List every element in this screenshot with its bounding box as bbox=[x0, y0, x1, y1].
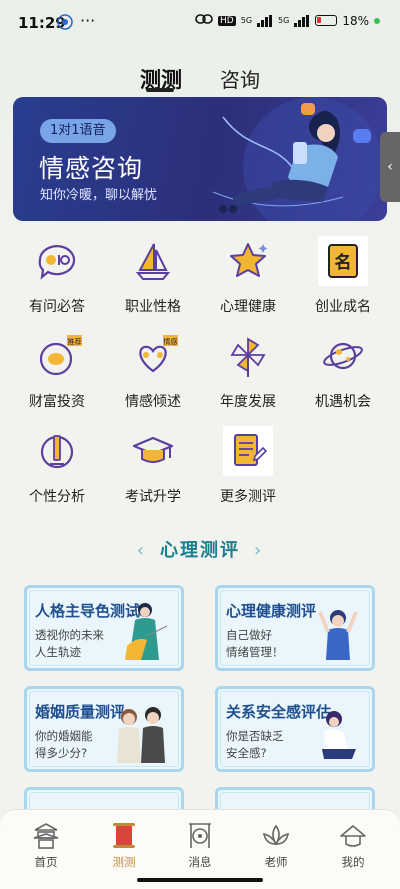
card-desc: 自己做好 情绪管理！ bbox=[226, 628, 284, 659]
nav-teacher[interactable]: 老师 bbox=[236, 820, 316, 870]
pencil-circle-icon bbox=[40, 435, 74, 469]
category-label: 财富投资 bbox=[29, 394, 85, 410]
scroll-icon bbox=[113, 823, 135, 848]
tab-consult[interactable]: 咨询 bbox=[220, 64, 260, 93]
card-personality-color[interactable]: 人格主导色测试 透视你的未来 人生轨迹 bbox=[24, 585, 184, 671]
sailboat-icon bbox=[135, 243, 171, 280]
more-dots-icon: ··· bbox=[80, 11, 96, 30]
card-illustration bbox=[117, 707, 165, 763]
category-label: 创业成名 bbox=[315, 299, 371, 315]
battery-icon bbox=[315, 15, 338, 26]
card-mental-health[interactable]: 心理健康测评 自己做好 情绪管理！ bbox=[215, 585, 375, 671]
banner-title: 情感咨询 bbox=[39, 154, 144, 183]
card-marriage-quality[interactable]: 婚姻质量测评 你的婚姻能 得多少分? bbox=[24, 686, 184, 772]
tab-underline bbox=[146, 88, 174, 92]
category-label: 年度发展 bbox=[220, 394, 276, 410]
signal-icon-2 bbox=[294, 14, 310, 27]
signal-icon bbox=[257, 14, 273, 27]
bottom-nav: 首页 测测 消息 老师 我的 bbox=[0, 809, 400, 889]
category-label: 机遇机会 bbox=[315, 394, 371, 410]
category-label: 有问必答 bbox=[29, 299, 85, 315]
banner-subtitle: 知你冷暖，聊以解忧 bbox=[40, 188, 158, 203]
card-desc: 你是否缺乏 安全感? bbox=[226, 729, 284, 760]
card-illustration bbox=[318, 610, 358, 660]
category-label: 考试升学 bbox=[125, 489, 181, 505]
name-tag-glyph: 名 bbox=[335, 252, 352, 273]
star-icon bbox=[230, 243, 268, 277]
banner-pill: 1对1语音 bbox=[40, 119, 116, 143]
speech-bubble-icon bbox=[38, 245, 76, 280]
network-label-1: 5G bbox=[240, 16, 253, 25]
chevron-left-icon[interactable]: ‹ bbox=[137, 540, 146, 561]
top-tabs: 测测 咨询 bbox=[0, 60, 400, 100]
gong-icon bbox=[189, 823, 211, 848]
graduation-cap-icon bbox=[132, 436, 174, 463]
banner-illustration bbox=[212, 97, 383, 221]
side-collapse-tab[interactable]: ‹ bbox=[380, 132, 400, 202]
status-bar: 11:29 ··· HD 5G 5G 18% bbox=[0, 0, 400, 44]
pinwheel-icon bbox=[230, 337, 266, 377]
nav-home[interactable]: 首页 bbox=[6, 820, 86, 870]
card-desc: 透视你的未来 人生轨迹 bbox=[35, 628, 104, 659]
nav-label: 我的 bbox=[341, 855, 365, 869]
nav-cece[interactable]: 测测 bbox=[84, 820, 164, 870]
hat-icon bbox=[340, 825, 366, 847]
card-security-assessment[interactable]: 关系安全感评估 你是否缺乏 安全感? bbox=[215, 686, 375, 772]
banner-emotional-consult[interactable]: 1对1语音 情感咨询 知你冷暖，聊以解忧 bbox=[13, 97, 387, 221]
section-title: 心理测评 bbox=[160, 540, 240, 561]
charging-dot bbox=[374, 17, 380, 24]
temple-icon bbox=[33, 823, 59, 849]
nav-mine[interactable]: 我的 bbox=[313, 820, 393, 870]
name-tag-icon: 名 bbox=[318, 236, 368, 286]
section-header: ‹ 心理测评 › bbox=[0, 536, 400, 562]
category-label: 心理健康 bbox=[220, 299, 276, 315]
card-title: 心理健康测评 bbox=[226, 602, 317, 620]
category-label: 职业性格 bbox=[125, 299, 181, 315]
nav-messages[interactable]: 消息 bbox=[160, 820, 240, 870]
link-icon bbox=[195, 13, 213, 28]
card-illustration bbox=[322, 711, 356, 759]
category-label: 情感倾述 bbox=[125, 394, 181, 410]
category-label: 个性分析 bbox=[29, 489, 85, 505]
nav-label: 消息 bbox=[188, 855, 212, 869]
home-indicator bbox=[137, 878, 263, 882]
battery-percent: 18% bbox=[342, 13, 369, 28]
heart-people-icon: 情感 bbox=[139, 335, 178, 373]
badge-recommend: 推荐 bbox=[68, 337, 82, 346]
card-illustration bbox=[125, 603, 168, 660]
card-desc: 你的婚姻能 得多少分? bbox=[35, 729, 93, 760]
nav-label: 测测 bbox=[112, 855, 136, 869]
planet-icon bbox=[323, 342, 363, 370]
lotus-icon bbox=[262, 824, 290, 846]
nav-label: 老师 bbox=[264, 855, 288, 869]
category-label: 更多测评 bbox=[220, 489, 276, 505]
app-notification-icon bbox=[57, 14, 73, 34]
money-bag-icon: 推荐 bbox=[39, 335, 82, 376]
nav-label: 首页 bbox=[34, 855, 58, 869]
notepad-icon bbox=[223, 426, 273, 476]
badge-emotion: 情感 bbox=[164, 337, 178, 346]
chevron-right-icon[interactable]: › bbox=[254, 540, 263, 561]
network-label-2: 5G bbox=[278, 16, 290, 25]
hd-badge: HD bbox=[218, 15, 236, 26]
